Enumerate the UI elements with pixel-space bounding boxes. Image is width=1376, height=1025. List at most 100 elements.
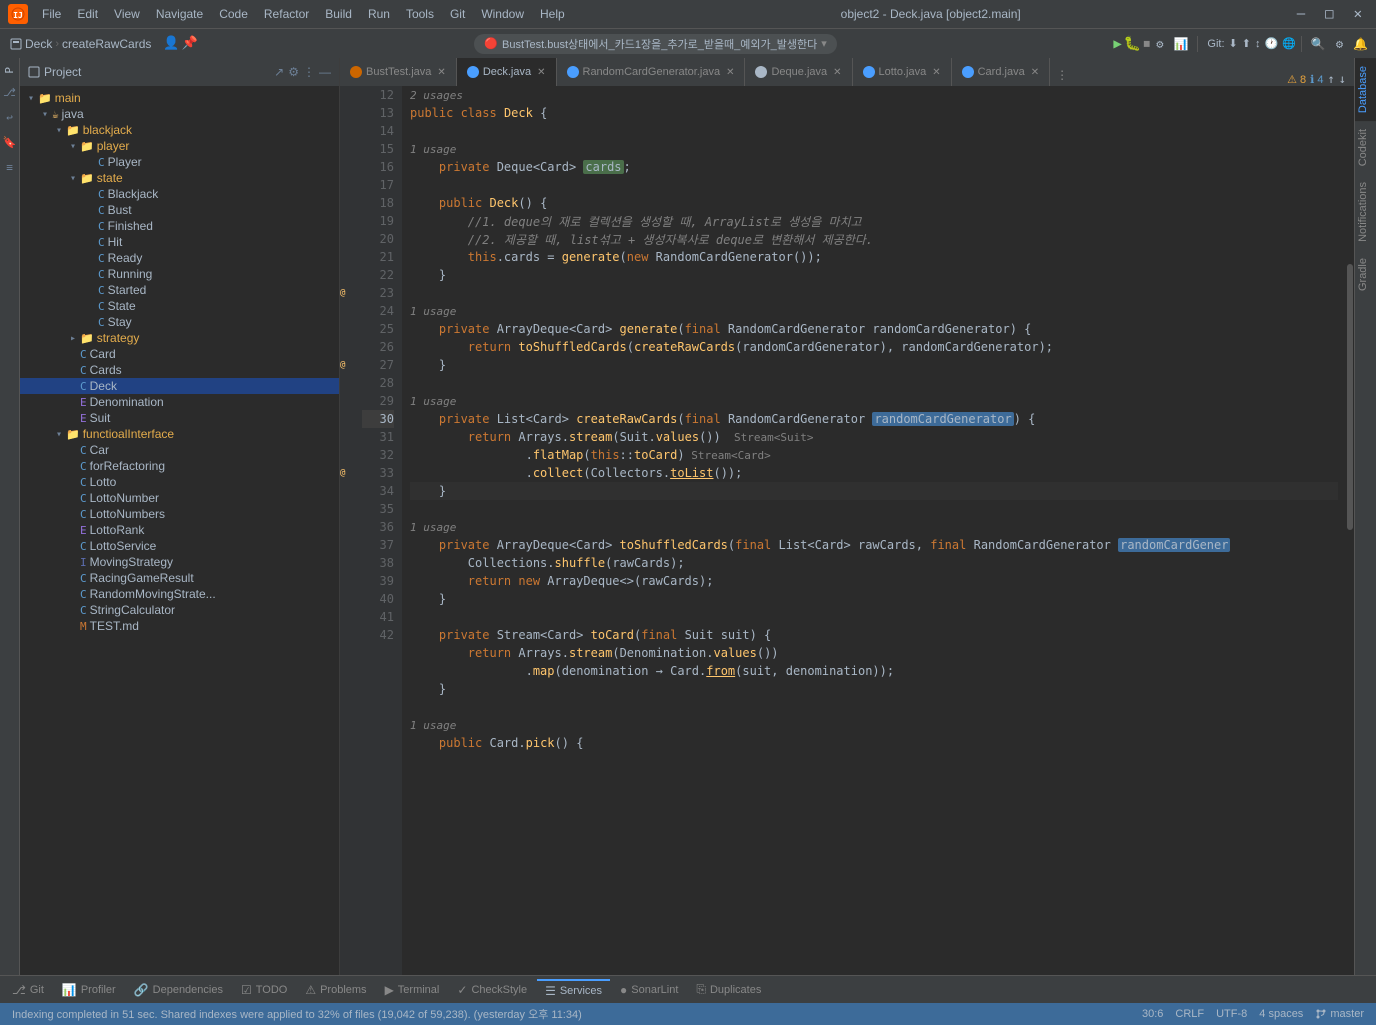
tree-class-lottonumber[interactable]: C LottoNumber	[20, 490, 339, 506]
tree-class-movingstrategy[interactable]: I MovingStrategy	[20, 554, 339, 570]
tree-class-stay[interactable]: C Stay	[20, 314, 339, 330]
tree-class-racinggameresult[interactable]: C RacingGameResult	[20, 570, 339, 586]
project-icon[interactable]: P	[3, 66, 16, 74]
tab-randomcardgenerator[interactable]: RandomCardGenerator.java ✕	[557, 58, 746, 86]
tab-lotto[interactable]: Lotto.java ✕	[853, 58, 952, 86]
nav-down-icon[interactable]: ↓	[1339, 72, 1346, 86]
tree-class-running[interactable]: C Running	[20, 266, 339, 282]
menu-edit[interactable]: Edit	[71, 5, 104, 23]
tab-deque[interactable]: Deque.java ✕	[745, 58, 852, 86]
panel-expand-icon[interactable]: ↗	[274, 65, 284, 79]
bottom-tab-duplicates[interactable]: ⎘ Duplicates	[688, 979, 769, 1000]
tab-database[interactable]: Database	[1355, 58, 1376, 121]
settings-icon[interactable]: ⚙	[1332, 35, 1347, 53]
menu-window[interactable]: Window	[475, 5, 530, 23]
tree-class-blackjack[interactable]: C Blackjack	[20, 186, 339, 202]
menu-run[interactable]: Run	[362, 5, 396, 23]
debug-button[interactable]: 🐛	[1124, 36, 1141, 52]
tree-folder-state[interactable]: ▾ 📁 state	[20, 170, 339, 186]
user-icon[interactable]: 👤	[163, 36, 179, 51]
tab-deck[interactable]: Deck.java ✕	[457, 58, 557, 86]
tree-class-player[interactable]: C Player	[20, 154, 339, 170]
run-config-selector[interactable]: 🔴 BustTest.bust상태에서_카드1장을_추가로_받을때_예외가_발생…	[474, 34, 837, 54]
tree-folder-blackjack[interactable]: ▾ 📁 blackjack	[20, 122, 339, 138]
pin-icon[interactable]: 📌	[182, 36, 198, 51]
tree-class-denomination[interactable]: E Denomination	[20, 394, 339, 410]
bottom-tab-profiler[interactable]: 📊 Profiler	[54, 980, 124, 1000]
tree-class-bust[interactable]: C Bust	[20, 202, 339, 218]
bottom-tab-services[interactable]: ☰ Services	[537, 979, 610, 1001]
git-pull-icon[interactable]: ↕	[1255, 38, 1261, 50]
tab-codekit[interactable]: Codekit	[1355, 121, 1376, 174]
tree-folder-functional[interactable]: ▾ 📁 functioalInterface	[20, 426, 339, 442]
pull-request-icon[interactable]: ↩	[6, 111, 13, 124]
menu-code[interactable]: Code	[213, 5, 254, 23]
panel-settings-icon[interactable]: ⚙	[288, 65, 299, 79]
tree-class-car[interactable]: C Car	[20, 442, 339, 458]
profiler-button[interactable]: 📊	[1169, 35, 1192, 53]
structure-icon[interactable]: ≡	[6, 161, 13, 174]
tab-notifications[interactable]: Notifications	[1355, 174, 1376, 250]
menu-git[interactable]: Git	[444, 5, 471, 23]
tree-class-finished[interactable]: C Finished	[20, 218, 339, 234]
code-editor[interactable]: 2 usages public class Deck { 1 usage pri…	[402, 86, 1346, 975]
tree-class-randommovingstrategy[interactable]: C RandomMovingStrate...	[20, 586, 339, 602]
more-tabs-button[interactable]: ⋮	[1050, 64, 1074, 86]
menu-refactor[interactable]: Refactor	[258, 5, 315, 23]
status-indent[interactable]: 4 spaces	[1255, 1008, 1307, 1020]
git-fetch-icon[interactable]: ⬇	[1229, 37, 1238, 50]
search-button[interactable]: 🔍	[1307, 35, 1330, 53]
maximize-button[interactable]: □	[1319, 6, 1339, 22]
close-tab-deque[interactable]: ✕	[833, 67, 841, 78]
bottom-tab-git[interactable]: ⎇ Git	[4, 980, 52, 1000]
breakpoint-marker-22[interactable]: @	[340, 288, 345, 298]
panel-collapse-icon[interactable]: —	[319, 65, 331, 79]
bottom-tab-problems[interactable]: ⚠ Problems	[297, 980, 374, 1000]
tree-class-suit[interactable]: E Suit	[20, 410, 339, 426]
tree-folder-player[interactable]: ▾ 📁 player	[20, 138, 339, 154]
status-position[interactable]: 30:6	[1138, 1008, 1167, 1020]
tree-file-testmd[interactable]: M TEST.md	[20, 618, 339, 634]
panel-more-icon[interactable]: ⋮	[303, 65, 315, 79]
tree-folder-java[interactable]: ▾ ☕ java	[20, 106, 339, 122]
coverage-button[interactable]: ⚙	[1152, 35, 1167, 53]
status-charset[interactable]: UTF-8	[1212, 1008, 1251, 1020]
tree-class-lotto[interactable]: C Lotto	[20, 474, 339, 490]
bottom-tab-checkstyle[interactable]: ✓ CheckStyle	[449, 980, 535, 1000]
bookmarks-icon[interactable]: 🔖	[3, 136, 17, 149]
tree-class-stringcalculator[interactable]: C StringCalculator	[20, 602, 339, 618]
menu-build[interactable]: Build	[319, 5, 358, 23]
close-tab-randomcardgenerator[interactable]: ✕	[726, 67, 734, 78]
minimize-button[interactable]: —	[1291, 6, 1311, 22]
tab-card[interactable]: Card.java ✕	[952, 58, 1050, 86]
breakpoint-marker-32[interactable]: @	[340, 468, 345, 478]
menu-file[interactable]: File	[36, 5, 67, 23]
close-tab-card[interactable]: ✕	[1031, 67, 1039, 78]
tree-folder-strategy[interactable]: ▸ 📁 strategy	[20, 330, 339, 346]
notification-icon[interactable]: 🔔	[1349, 35, 1372, 53]
tab-playertest[interactable]: BustTest.java ✕	[340, 58, 457, 86]
git-push-icon[interactable]: ⬆	[1242, 37, 1251, 50]
tree-class-started[interactable]: C Started	[20, 282, 339, 298]
vertical-scrollbar[interactable]	[1346, 86, 1354, 975]
git-status[interactable]: Git: ⬇ ⬆ ↕ 🕐 🌐	[1207, 37, 1295, 50]
tab-gradle[interactable]: Gradle	[1355, 250, 1376, 299]
bottom-tab-terminal[interactable]: ▶ Terminal	[377, 980, 448, 1000]
menu-tools[interactable]: Tools	[400, 5, 440, 23]
close-tab-deck[interactable]: ✕	[537, 67, 545, 78]
tree-class-lottonumbers[interactable]: C LottoNumbers	[20, 506, 339, 522]
bottom-tab-todo[interactable]: ☑ TODO	[233, 980, 295, 1000]
tree-class-ready[interactable]: C Ready	[20, 250, 339, 266]
tree-class-cards[interactable]: C Cards	[20, 362, 339, 378]
tree-class-lottorank[interactable]: E LottoRank	[20, 522, 339, 538]
close-tab-playertest[interactable]: ✕	[437, 67, 445, 78]
tree-class-hit[interactable]: C Hit	[20, 234, 339, 250]
status-git-branch[interactable]: master	[1311, 1008, 1368, 1020]
tree-class-forrefactoring[interactable]: C forRefactoring	[20, 458, 339, 474]
project-selector[interactable]: Deck › createRawCards	[4, 35, 157, 53]
tree-class-deck[interactable]: C Deck	[20, 378, 339, 394]
tree-folder-main[interactable]: ▾ 📁 main	[20, 90, 339, 106]
status-crlf[interactable]: CRLF	[1171, 1008, 1208, 1020]
tree-class-card[interactable]: C Card	[20, 346, 339, 362]
bottom-tab-dependencies[interactable]: 🔗 Dependencies	[126, 980, 231, 1000]
